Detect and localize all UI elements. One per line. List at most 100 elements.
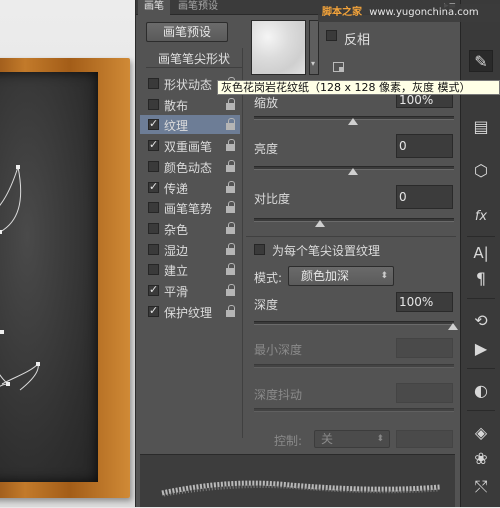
toolbar-separator: [467, 368, 495, 369]
min-depth-slider: [254, 364, 454, 368]
adjustments-icon[interactable]: ◐: [469, 380, 493, 402]
option-checkbox[interactable]: [148, 180, 159, 193]
option-checkbox[interactable]: [148, 243, 159, 255]
depth-field[interactable]: 100%: [396, 292, 453, 312]
lock-icon[interactable]: [226, 201, 236, 214]
pattern-picker-arrow[interactable]: [309, 20, 319, 75]
control-dropdown: 关 ⬍: [314, 430, 390, 448]
brush-presets-icon[interactable]: ▤: [469, 116, 493, 138]
brush-option-item[interactable]: 散布: [140, 95, 240, 114]
lock-icon[interactable]: [226, 304, 236, 317]
depth-jitter-label: 深度抖动: [254, 388, 303, 402]
lock-icon[interactable]: [226, 221, 236, 234]
toolbar-separator: [467, 236, 495, 237]
option-checkbox[interactable]: [148, 138, 159, 152]
depth-slider[interactable]: [254, 321, 454, 325]
depth-jitter-field: [396, 383, 453, 403]
lock-icon[interactable]: [226, 159, 236, 172]
paths-icon[interactable]: ⤲: [469, 476, 493, 498]
mode-dropdown[interactable]: 颜色加深 ⬍: [288, 266, 394, 286]
option-checkbox[interactable]: [148, 304, 159, 317]
brush-option-item[interactable]: 画笔笔势: [140, 198, 240, 217]
brush-option-item[interactable]: 杂色: [140, 219, 240, 238]
lock-icon[interactable]: [226, 242, 236, 255]
option-label: 形状动态: [164, 78, 213, 92]
lock-icon[interactable]: [226, 284, 236, 296]
tab-brush-presets[interactable]: 画笔预设: [172, 0, 224, 15]
brightness-label: 亮度: [254, 142, 279, 156]
right-panel-dock: ✎ ▤ ⬡ fx A| ¶ ⟲ ▶ ◐ ◈ ❀ ⤲: [460, 0, 500, 507]
lock-icon[interactable]: [226, 180, 236, 193]
option-checkbox[interactable]: [148, 117, 159, 131]
mode-label: 模式:: [254, 271, 283, 285]
actions-play-icon[interactable]: ▶: [469, 338, 493, 360]
paragraph-icon[interactable]: ¶: [469, 268, 493, 290]
channels-icon[interactable]: ❀: [469, 448, 493, 470]
layers-icon[interactable]: ◈: [469, 422, 493, 444]
texture-pattern-thumbnail[interactable]: [251, 20, 306, 75]
lock-icon[interactable]: [226, 263, 236, 276]
invert-checkbox[interactable]: [326, 30, 337, 41]
3d-cube-icon[interactable]: ⬡: [469, 160, 493, 182]
min-depth-field: [396, 338, 453, 358]
option-checkbox[interactable]: [148, 264, 159, 276]
contrast-slider-handle[interactable]: [315, 220, 325, 227]
option-label: 散布: [164, 98, 189, 113]
invert-label: 反相: [344, 33, 371, 48]
scale-slider-handle[interactable]: [348, 118, 358, 125]
min-depth-label: 最小深度: [254, 343, 303, 357]
brush-presets-button[interactable]: 画笔预设: [146, 22, 228, 42]
brightness-slider-handle[interactable]: [348, 168, 358, 175]
lock-icon[interactable]: [226, 118, 236, 131]
brush-option-item[interactable]: 湿边: [140, 240, 240, 259]
brush-option-item[interactable]: 建立: [140, 260, 240, 279]
document-canvas[interactable]: [0, 0, 135, 507]
brush-option-item[interactable]: 颜色动态: [140, 157, 240, 176]
lock-icon[interactable]: [226, 139, 236, 152]
brush-panel-icon[interactable]: ✎: [469, 50, 493, 72]
watermark-url: www.yugonchina.com: [369, 7, 479, 18]
new-preset-icon[interactable]: [333, 62, 344, 72]
contrast-field[interactable]: 0: [396, 185, 453, 209]
history-icon[interactable]: ⟲: [469, 310, 493, 332]
control-value: 关: [321, 432, 334, 446]
option-label: 纹理: [164, 119, 189, 134]
brush-option-item[interactable]: 平滑: [140, 281, 240, 300]
option-checkbox[interactable]: [148, 222, 159, 234]
tab-brush[interactable]: 画笔: [138, 0, 170, 15]
contrast-label: 对比度: [254, 192, 291, 206]
brush-option-item[interactable]: 双重画笔: [140, 136, 240, 155]
brightness-field[interactable]: 0: [396, 134, 453, 158]
fx-icon[interactable]: fx: [469, 206, 493, 228]
brush-tip-shape-item[interactable]: 画笔笔尖形状: [146, 50, 242, 68]
watermark-logo: 脚本之家: [322, 7, 362, 18]
option-label: 建立: [164, 264, 189, 279]
option-checkbox[interactable]: [148, 283, 159, 296]
mode-value: 颜色加深: [301, 269, 350, 283]
option-checkbox[interactable]: [148, 202, 159, 214]
chalkboard-frame: [0, 58, 130, 498]
brush-option-item[interactable]: 传递: [140, 178, 240, 197]
brush-option-item[interactable]: 纹理: [140, 115, 240, 135]
option-label: 杂色: [164, 222, 189, 237]
option-checkbox[interactable]: [148, 78, 159, 89]
pattern-tooltip: 灰色花岗岩花纹纸（128 x 128 像素，灰度 模式）: [217, 80, 500, 95]
option-label: 双重画笔: [164, 140, 213, 155]
option-label: 平滑: [164, 285, 189, 299]
each-tip-checkbox[interactable]: [254, 244, 265, 255]
depth-slider-handle[interactable]: [448, 323, 458, 330]
scale-label: 缩放: [254, 96, 279, 110]
lock-icon[interactable]: [226, 97, 236, 110]
contrast-slider[interactable]: [254, 218, 454, 222]
character-icon[interactable]: A|: [469, 242, 493, 264]
site-watermark: 脚本之家 www.yugonchina.com: [318, 4, 500, 22]
brush-panel: 画笔 画笔预设 ▸≡ 画笔预设 画笔笔尖形状 形状动态散布纹理双重画笔颜色动态传…: [135, 0, 461, 507]
section-divider: [246, 236, 456, 237]
option-checkbox[interactable]: [148, 98, 159, 110]
chevron-updown-icon: ⬍: [376, 434, 384, 444]
depth-label: 深度: [254, 298, 279, 312]
option-checkbox[interactable]: [148, 160, 159, 172]
brush-option-item[interactable]: 保护纹理: [140, 302, 240, 321]
option-label: 传递: [164, 181, 189, 196]
control-label: 控制:: [274, 434, 303, 448]
